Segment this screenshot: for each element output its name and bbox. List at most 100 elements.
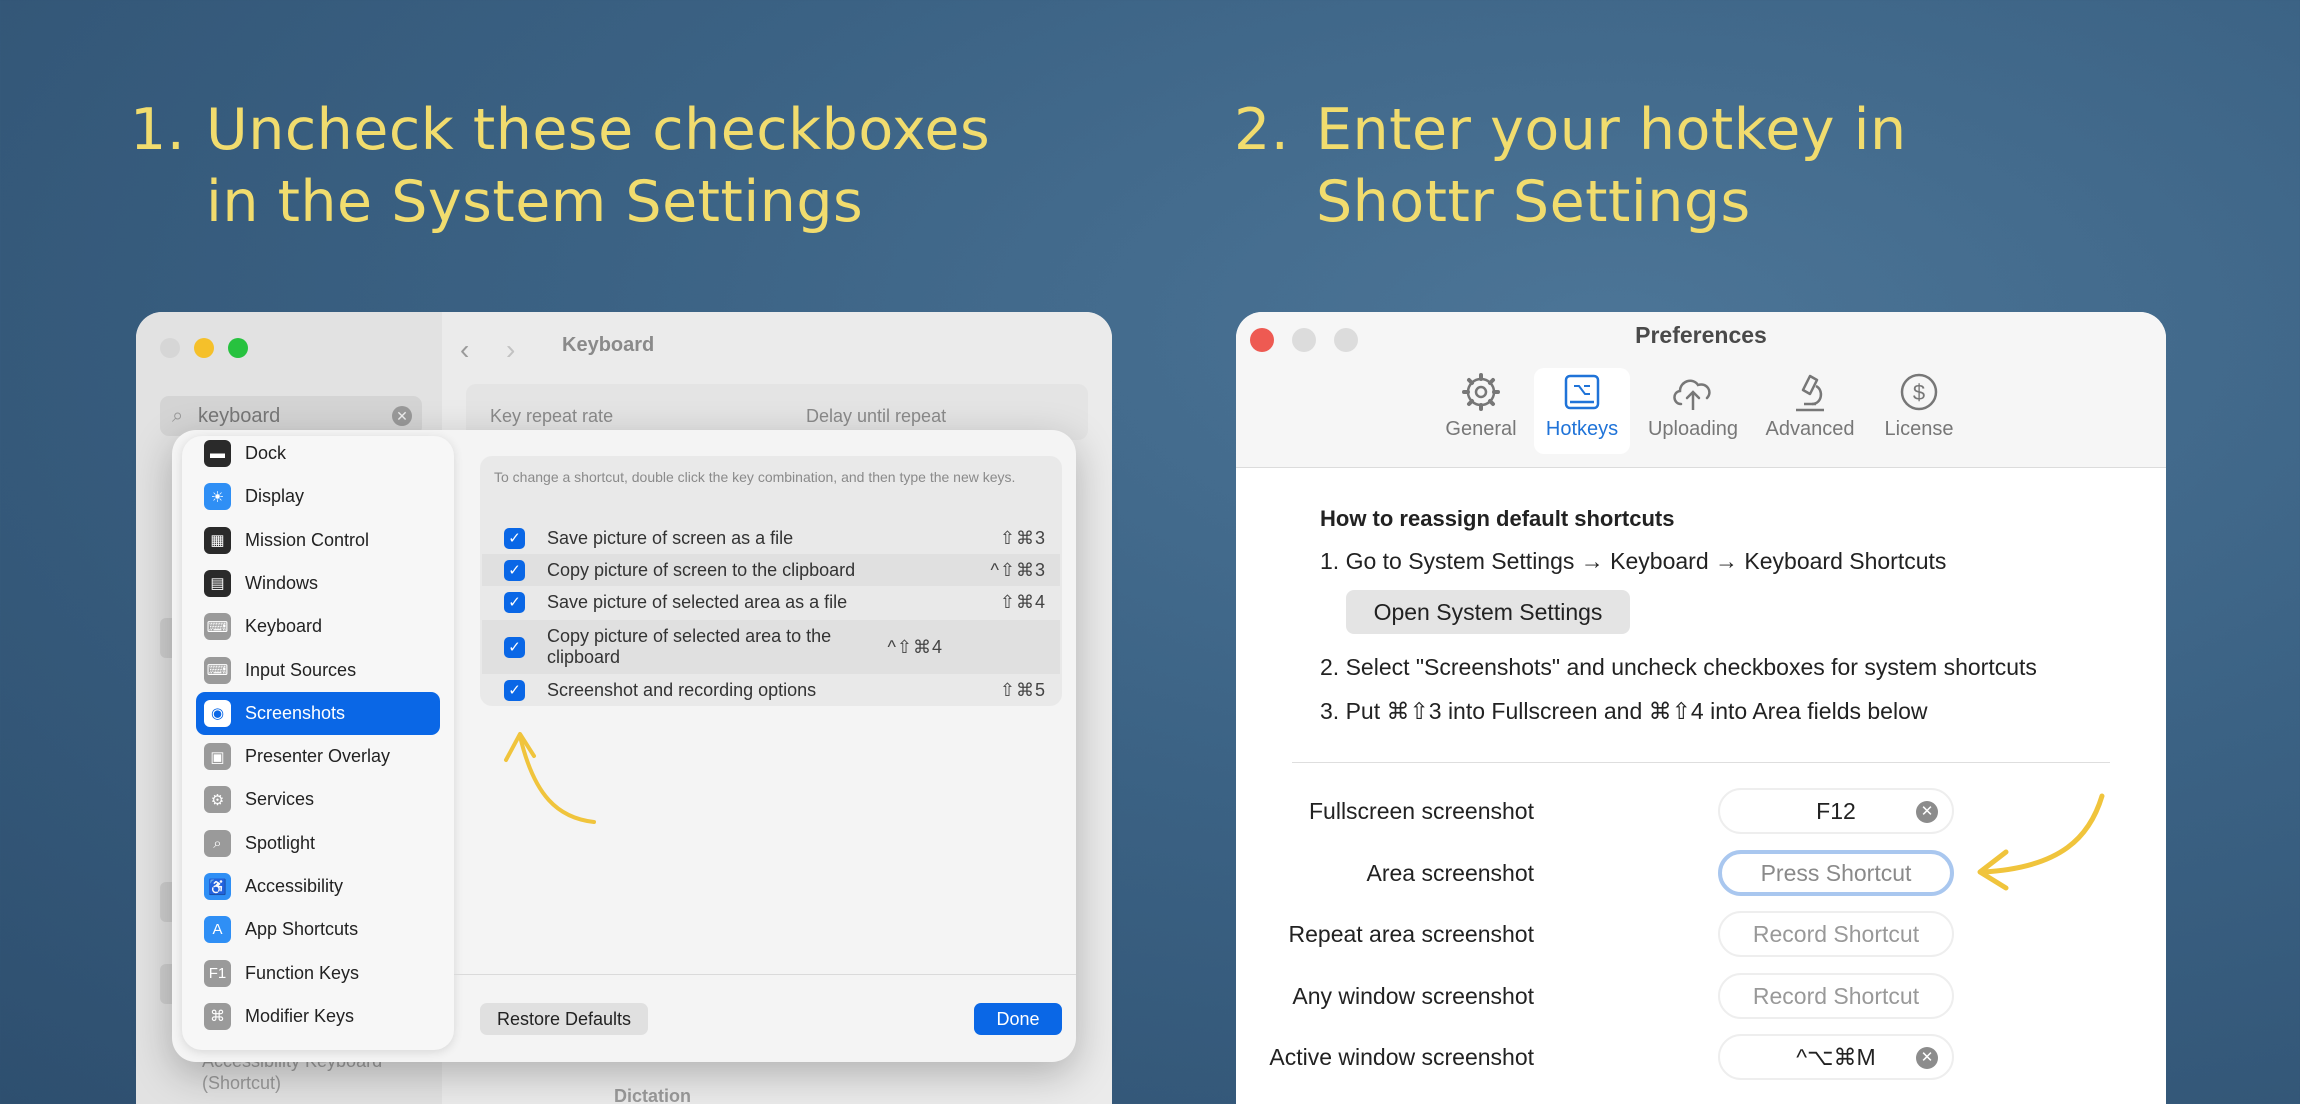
clear-hotkey-icon[interactable]: ✕ <box>1916 1047 1938 1069</box>
step1-line1: Uncheck these checkboxes <box>206 97 991 163</box>
tab-license[interactable]: $ License <box>1876 368 1962 454</box>
done-button[interactable]: Done <box>974 1003 1062 1035</box>
shottr-preferences-window: Preferences General Hotkeys Uploading Ad… <box>1236 312 2166 1104</box>
step1-heading: 1. Uncheck these checkboxes in the Syste… <box>130 94 1030 244</box>
sidebar-item-windows[interactable]: ▤ Windows <box>196 562 440 605</box>
tab-license-label: License <box>1884 418 1954 440</box>
shortcut-row: ✓ Screenshot and recording options ⇧⌘5 <box>482 674 1060 706</box>
tab-hotkeys-label: Hotkeys <box>1545 418 1619 440</box>
shortcut-keys[interactable]: ⇧⌘5 <box>950 680 1060 701</box>
step2-heading: 2. Enter your hotkey in Shottr Settings <box>1234 94 2134 244</box>
modifier-keys-icon: ⌘ <box>204 1002 231 1030</box>
clear-hotkey-icon[interactable]: ✕ <box>1916 801 1938 823</box>
sidebar-item-keyboard[interactable]: ⌨ Keyboard <box>196 605 440 648</box>
howto-step-3: 3. Put ⌘⇧3 into Fullscreen and ⌘⇧4 into … <box>1320 698 1928 724</box>
shortcut-label: Save picture of screen as a file <box>547 527 794 548</box>
minimize-button[interactable] <box>194 338 214 358</box>
settings-search-value: keyboard <box>198 405 281 427</box>
sidebar-item-screenshots[interactable]: ◉ Screenshots <box>196 691 440 735</box>
dollar-icon: $ <box>1900 373 1938 411</box>
open-system-settings-button[interactable]: Open System Settings <box>1346 590 1630 634</box>
sidebar-item-presenter-overlay[interactable]: ▣ Presenter Overlay <box>196 735 440 778</box>
sidebar-item-display[interactable]: ☀ Display <box>196 475 440 518</box>
hotkey-label: Area screenshot <box>1366 859 1534 886</box>
shortcut-checkbox[interactable]: ✓ <box>504 559 525 581</box>
sidebar-item-input-sources[interactable]: ⌨ Input Sources <box>196 649 440 692</box>
hotkey-value: Record Shortcut <box>1752 982 1920 1009</box>
step1-number: 1. <box>130 97 186 163</box>
spotlight-icon: ⌕ <box>204 829 231 857</box>
shortcut-row: ✓ Copy picture of screen to the clipboard… <box>482 554 1060 586</box>
sidebar-item-label: Screenshots <box>245 702 346 723</box>
sidebar-item-modifier-keys[interactable]: ⌘ Modifier Keys <box>196 995 440 1038</box>
sidebar-item-function-keys[interactable]: F1 Function Keys <box>196 952 440 995</box>
back-chevron-icon[interactable]: ‹ <box>460 334 469 366</box>
clear-search-icon[interactable]: ✕ <box>392 406 412 426</box>
sidebar-item-label: Dock <box>245 443 287 463</box>
tab-uploading[interactable]: Uploading <box>1640 368 1746 454</box>
step2-line1: Enter your hotkey in <box>1316 97 1907 163</box>
tab-advanced-label: Advanced <box>1765 418 1855 440</box>
tab-hotkeys[interactable]: Hotkeys <box>1534 368 1630 454</box>
sidebar-item-label: Function Keys <box>245 962 360 983</box>
svg-text:$: $ <box>1913 380 1925 405</box>
windows-icon: ▤ <box>204 569 231 597</box>
hotkey-field[interactable]: Record Shortcut <box>1718 972 1954 1019</box>
presenter-overlay-icon: ▣ <box>204 743 231 771</box>
shortcut-keys[interactable]: ^⇧⌘3 <box>950 560 1060 581</box>
howto-title: How to reassign default shortcuts <box>1320 506 1675 531</box>
cloud-upload-icon <box>1673 379 1711 410</box>
input-sources-icon: ⌨ <box>204 656 231 684</box>
mission-control-icon: ▦ <box>204 526 231 554</box>
hotkey-field[interactable]: Press Shortcut <box>1718 849 1954 896</box>
hotkey-value: F12 <box>1816 798 1856 824</box>
sidebar-item-services[interactable]: ⚙ Services <box>196 778 440 821</box>
hotkey-field[interactable]: F12 ✕ <box>1718 788 1954 834</box>
hotkey-label: Repeat area screenshot <box>1288 921 1535 947</box>
keyboard-icon: ⌨ <box>204 613 231 641</box>
shortcut-keys[interactable]: ^⇧⌘4 <box>847 637 957 658</box>
shortcut-keys[interactable]: ⇧⌘4 <box>950 592 1060 613</box>
sidebar-item-label: Input Sources <box>245 659 357 680</box>
shortcut-label: Screenshot and recording options <box>547 679 817 700</box>
hotkey-value: Record Shortcut <box>1752 921 1920 947</box>
forward-chevron-icon[interactable]: › <box>506 334 515 366</box>
sheet-divider <box>454 974 1076 975</box>
accessibility-icon: ♿ <box>204 873 231 900</box>
sidebar-item-spotlight[interactable]: ⌕ Spotlight <box>196 822 440 865</box>
tab-general[interactable]: General <box>1436 368 1526 454</box>
shortcut-row: ✓ Copy picture of selected area to the cl… <box>482 620 1060 674</box>
tab-uploading-label: Uploading <box>1647 418 1739 440</box>
accessibility-keyboard-line2: (Shortcut) <box>202 1073 282 1093</box>
shortcut-keys[interactable]: ⇧⌘3 <box>950 528 1060 549</box>
sidebar-item-mission-control[interactable]: ▦ Mission Control <box>196 519 440 562</box>
hotkey-field[interactable]: Record Shortcut <box>1718 911 1954 957</box>
up-arrow-annotation <box>504 732 596 824</box>
shortcut-checkbox[interactable]: ✓ <box>504 527 525 549</box>
sidebar-item-dock[interactable]: ▬ Dock <box>196 432 440 475</box>
sidebar-item-label: Modifier Keys <box>245 1005 355 1026</box>
screenshots-icon: ◉ <box>204 699 231 727</box>
shortcut-checkbox[interactable]: ✓ <box>504 679 525 701</box>
shortcut-row: ✓ Save picture of selected area as a file… <box>482 586 1060 618</box>
shortcut-checkbox[interactable]: ✓ <box>504 636 525 658</box>
window-title: Keyboard <box>562 334 655 356</box>
sidebar-item-label: Presenter Overlay <box>245 746 391 767</box>
hotkey-label: Fullscreen screenshot <box>1309 798 1534 824</box>
sidebar-item-app-shortcuts[interactable]: A App Shortcuts <box>196 908 440 951</box>
hotkey-label: Active window screenshot <box>1269 1044 1534 1070</box>
hotkey-field[interactable]: ^⌥⌘M ✕ <box>1718 1034 1954 1080</box>
zoom-button[interactable] <box>228 338 248 358</box>
left-arrow-annotation <box>1977 793 2105 891</box>
hotkey-label: Any window screenshot <box>1292 982 1534 1009</box>
keyboard-hotkey-icon <box>1564 374 1600 410</box>
restore-defaults-button[interactable]: Restore Defaults <box>480 1003 648 1035</box>
shortcut-checkbox[interactable]: ✓ <box>504 591 525 613</box>
sidebar-item-accessibility[interactable]: ♿ Accessibility <box>196 865 440 908</box>
sidebar-item-label: Accessibility <box>245 876 344 896</box>
tab-advanced[interactable]: Advanced <box>1758 368 1862 454</box>
close-button[interactable] <box>160 338 180 358</box>
key-repeat-label: Key repeat rate <box>490 406 614 426</box>
hotkey-value: ^⌥⌘M <box>1796 1044 1876 1070</box>
gear-icon <box>1462 373 1500 411</box>
